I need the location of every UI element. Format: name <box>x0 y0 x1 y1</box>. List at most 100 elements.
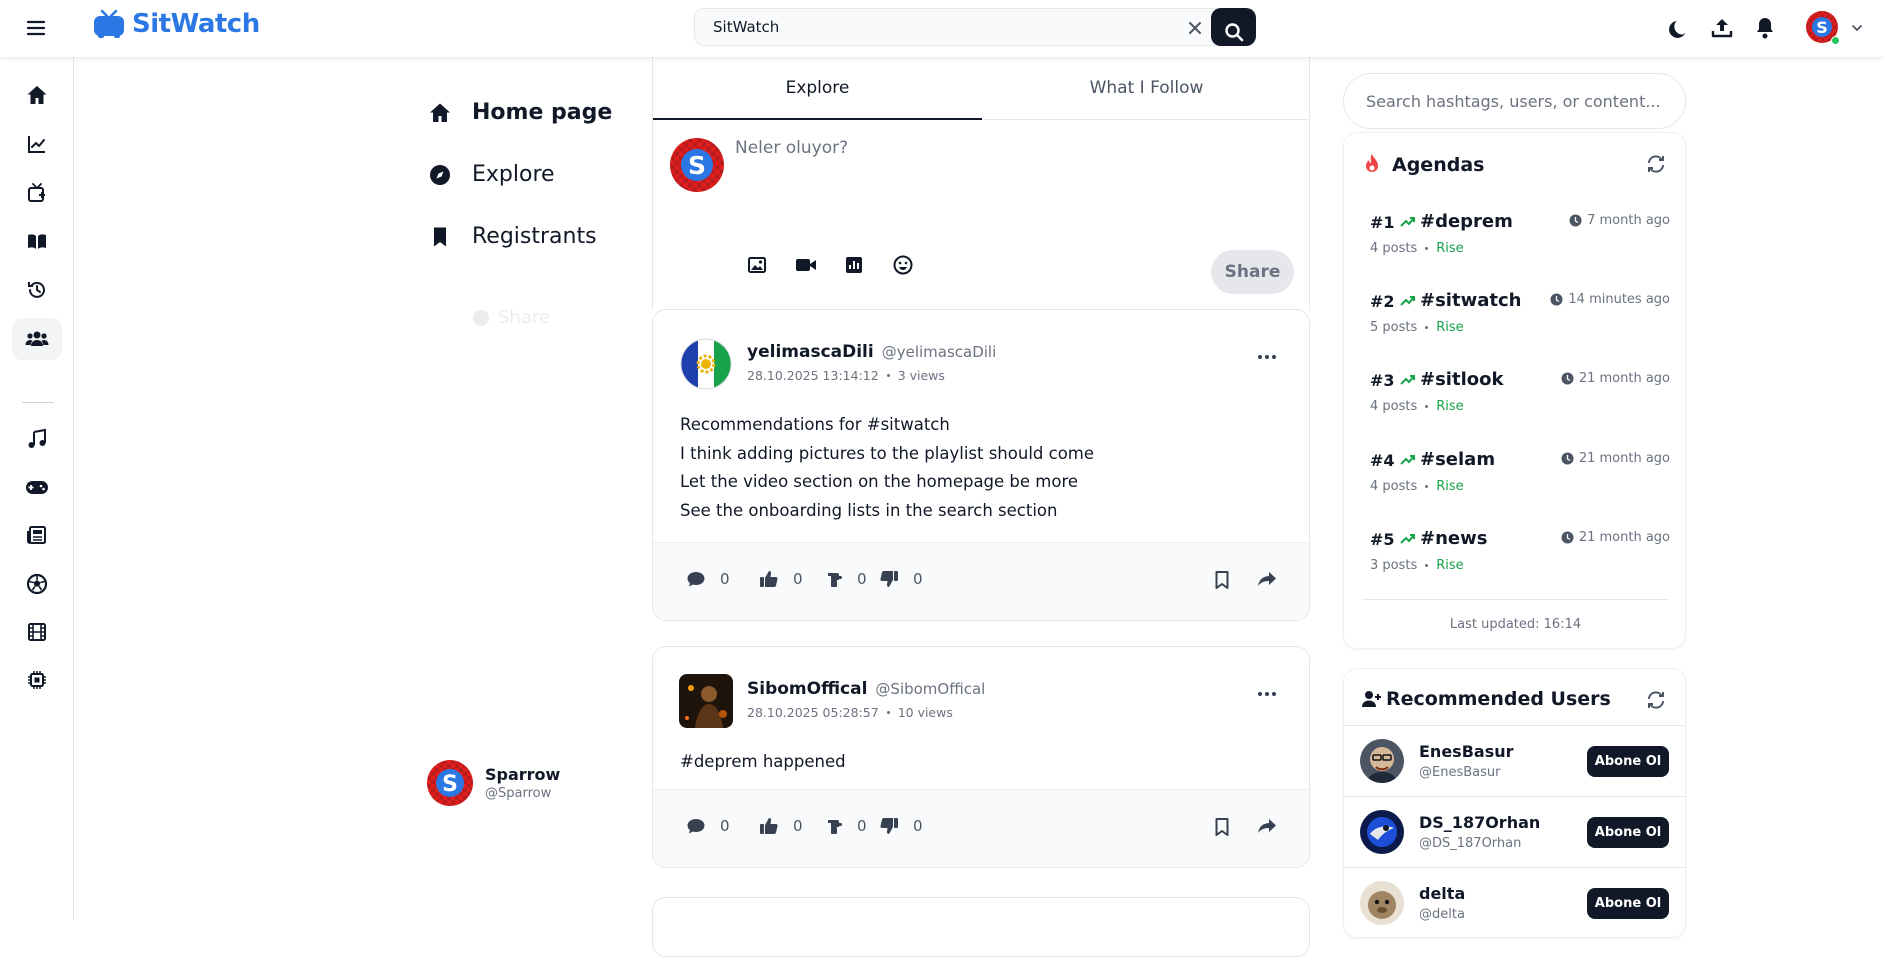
comment-button[interactable]: 0 <box>686 570 730 588</box>
tab-explore[interactable]: Explore <box>653 57 982 120</box>
search-button[interactable] <box>1211 8 1256 46</box>
composer-input[interactable] <box>735 138 1275 208</box>
bookmark-icon <box>428 225 452 249</box>
like-button[interactable]: 0 <box>759 570 803 588</box>
like-button[interactable]: 0 <box>759 817 803 835</box>
nav-home-page[interactable]: Home page <box>428 100 612 125</box>
rail-films[interactable] <box>12 611 62 653</box>
rail-tv[interactable] <box>12 172 62 214</box>
fire-icon <box>1362 153 1382 175</box>
post-author-avatar[interactable] <box>679 674 733 728</box>
agendas-card: Agendas #1 #deprem 7 month ago 4 posts R… <box>1343 132 1686 649</box>
trend-item[interactable]: #1 #deprem 7 month ago 4 posts Rise <box>1370 211 1670 273</box>
bookmark-post-icon[interactable] <box>1214 570 1230 590</box>
post-author-avatar[interactable] <box>679 337 733 391</box>
trend-posts: 4 posts <box>1370 399 1418 414</box>
refresh-icon[interactable] <box>1645 689 1667 711</box>
follow-button[interactable]: Abone Ol <box>1587 888 1669 919</box>
rail-trending[interactable] <box>12 123 62 165</box>
rail-music[interactable] <box>12 418 62 460</box>
moon-icon[interactable] <box>1666 15 1692 41</box>
rail-users[interactable] <box>12 318 62 360</box>
chart-icon[interactable] <box>840 251 868 279</box>
rail-book[interactable] <box>12 221 62 263</box>
emoji-icon[interactable] <box>889 251 917 279</box>
follow-button[interactable]: Abone Ol <box>1587 817 1669 848</box>
trend-item[interactable]: #3 #sitlook 21 month ago 4 posts Rise <box>1370 369 1670 431</box>
neutral-button[interactable]: 0 <box>825 570 867 588</box>
avatar[interactable] <box>1360 739 1404 783</box>
recommended-user-name[interactable]: DS_187Orhan <box>1419 813 1540 832</box>
avatar: S <box>427 760 473 806</box>
post-line: See the onboarding lists in the search s… <box>680 500 1058 520</box>
post-author-name[interactable]: SibomOffical <box>747 679 867 699</box>
trend-time: 7 month ago <box>1569 213 1670 228</box>
avatar[interactable] <box>1360 810 1404 854</box>
nav-registrants[interactable]: Registrants <box>428 224 597 249</box>
rail-gaming[interactable] <box>12 466 62 508</box>
comment-icon <box>686 570 706 588</box>
post-meta: 28.10.2025 13:14:12 3 views <box>747 368 996 383</box>
follow-button[interactable]: Abone Ol <box>1587 746 1669 777</box>
video-icon[interactable] <box>792 251 820 279</box>
rail-news[interactable] <box>12 514 62 556</box>
share-arrow-icon[interactable] <box>1257 817 1277 835</box>
top-bar: SitWatch S <box>0 0 1884 57</box>
post-author-name[interactable]: yelimascaDili <box>747 342 874 362</box>
neutral-button[interactable]: 0 <box>825 817 867 835</box>
upload-icon[interactable] <box>1709 15 1735 41</box>
refresh-icon[interactable] <box>1645 153 1667 175</box>
recommended-user: EnesBasur @EnesBasur Abone Ol <box>1344 725 1685 796</box>
trend-time-text: 7 month ago <box>1587 213 1670 228</box>
trend-item[interactable]: #2 #sitwatch 14 minutes ago 5 posts Rise <box>1370 290 1670 352</box>
recommended-user-handle: @EnesBasur <box>1419 765 1501 780</box>
recommended-user-handle: @DS_187Orhan <box>1419 836 1522 851</box>
neutral-count: 0 <box>857 570 867 588</box>
share-arrow-icon[interactable] <box>1257 570 1277 588</box>
comment-button[interactable]: 0 <box>686 817 730 835</box>
profile-mini[interactable]: S Sparrow @Sparrow <box>427 760 560 806</box>
recommended-users-card: Recommended Users EnesBasur @EnesBasur A… <box>1343 668 1686 938</box>
post-actions: 0 0 0 0 <box>653 789 1309 867</box>
clear-icon[interactable] <box>1185 18 1205 38</box>
trend-rank: #2 <box>1370 292 1395 311</box>
bookmark-post-icon[interactable] <box>1214 817 1230 837</box>
share-button[interactable]: Share <box>1211 250 1294 294</box>
bell-icon[interactable] <box>1752 15 1778 41</box>
app-logo[interactable]: SitWatch <box>92 8 260 40</box>
chevron-down-icon[interactable] <box>1850 21 1864 35</box>
trend-posts: 5 posts <box>1370 320 1418 335</box>
dislike-button[interactable]: 0 <box>879 817 923 835</box>
post-author-handle[interactable]: @SibomOffical <box>875 680 985 698</box>
post-line: #deprem happened <box>680 752 846 771</box>
trend-time-text: 21 month ago <box>1578 451 1670 466</box>
trend-up-icon <box>1400 454 1416 466</box>
post-author-handle[interactable]: @yelimascaDili <box>882 343 997 361</box>
clock-icon <box>1561 452 1574 465</box>
recommended-user-name[interactable]: EnesBasur <box>1419 742 1514 761</box>
trend-item[interactable]: #4 #selam 21 month ago 4 posts Rise <box>1370 449 1670 511</box>
book-icon <box>26 231 48 253</box>
nav-explore[interactable]: Explore <box>428 162 555 187</box>
chip-icon <box>26 669 48 691</box>
post-views: 10 views <box>897 705 953 720</box>
image-icon[interactable] <box>743 251 771 279</box>
rail-history[interactable] <box>12 269 62 311</box>
tab-what-i-follow[interactable]: What I Follow <box>982 57 1311 119</box>
dislike-button[interactable]: 0 <box>879 570 923 588</box>
more-options-icon[interactable] <box>1255 350 1279 364</box>
avatar[interactable] <box>1360 881 1404 925</box>
content-search-input[interactable] <box>1343 73 1686 129</box>
rail-sports[interactable] <box>12 563 62 605</box>
rail-home[interactable] <box>12 74 62 116</box>
trend-separator <box>1425 564 1429 567</box>
post-line: Let the video section on the homepage be… <box>680 472 1079 491</box>
share-icon <box>472 309 490 327</box>
trend-item[interactable]: #5 #news 21 month ago 3 posts Rise <box>1370 528 1670 590</box>
recommended-user-name[interactable]: delta <box>1419 884 1465 903</box>
hamburger-menu-icon[interactable] <box>24 16 48 40</box>
more-options-icon[interactable] <box>1255 687 1279 701</box>
rail-tech[interactable] <box>12 659 62 701</box>
top-search-input[interactable] <box>695 9 1195 45</box>
comment-count: 0 <box>720 817 730 835</box>
